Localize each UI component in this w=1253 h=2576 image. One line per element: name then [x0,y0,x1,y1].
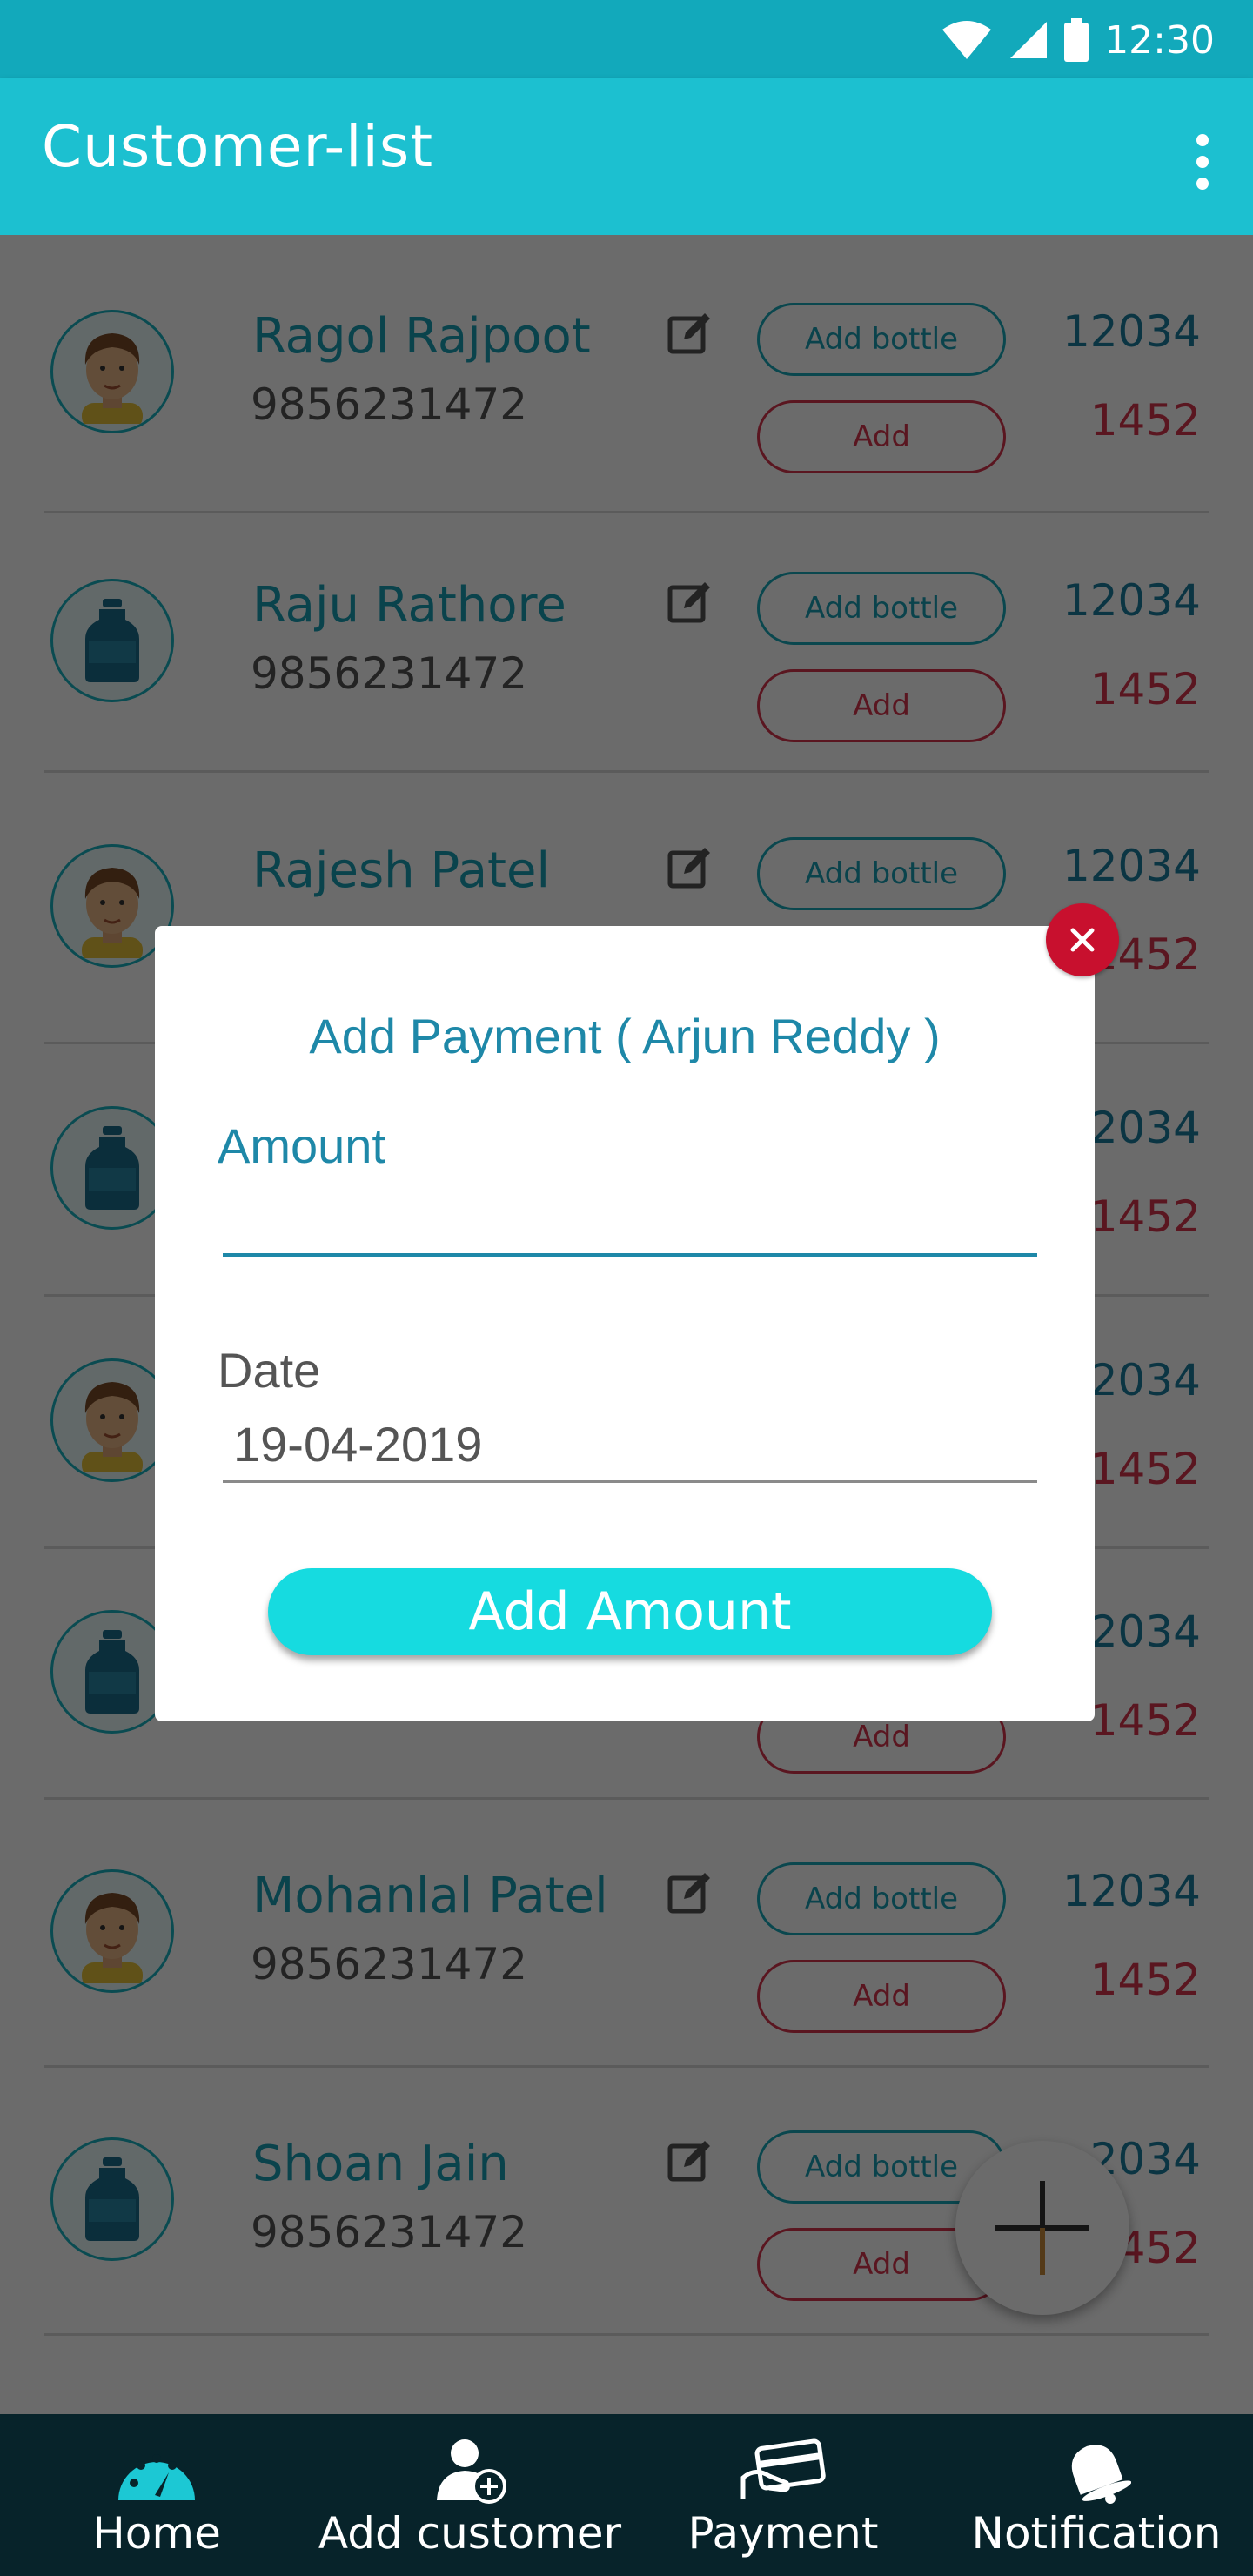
date-input[interactable] [223,1408,1037,1483]
bottom-navigation: Home Add customer Payment Notification [0,2414,1253,2576]
nav-item-home[interactable]: Home [0,2414,313,2576]
add-user-icon [430,2433,510,2508]
bell-icon [1062,2433,1131,2508]
speedometer-icon [115,2433,198,2508]
nav-item-add-customer[interactable]: Add customer [313,2414,626,2576]
payment-card-icon [740,2433,827,2508]
close-dialog-button[interactable] [1046,903,1119,976]
nav-label-notification: Notification [971,2508,1222,2559]
nav-label-payment: Payment [687,2508,879,2559]
nav-item-notification[interactable]: Notification [940,2414,1253,2576]
status-icons: 12:30 [941,16,1215,64]
nav-label-home: Home [92,2508,221,2559]
add-payment-dialog: Add Payment ( Arjun Reddy ) Amount Date … [155,926,1095,1721]
more-options-icon[interactable] [1194,134,1211,190]
status-bar: 12:30 [0,0,1253,78]
wifi-icon [941,19,993,61]
date-label: Date [218,1343,321,1398]
close-icon [1070,928,1095,952]
app-bar: Customer-list [0,78,1253,235]
add-amount-button[interactable]: Add Amount [268,1568,992,1655]
nav-item-payment[interactable]: Payment [626,2414,940,2576]
amount-label: Amount [218,1118,385,1173]
dialog-title: Add Payment ( Arjun Reddy ) [309,1009,941,1063]
status-time: 12:30 [1104,17,1215,63]
amount-input[interactable] [223,1187,1037,1257]
page-title: Customer-list [42,113,434,180]
signal-icon [1008,20,1049,60]
nav-label-add-customer: Add customer [318,2508,622,2559]
battery-icon [1064,18,1089,62]
